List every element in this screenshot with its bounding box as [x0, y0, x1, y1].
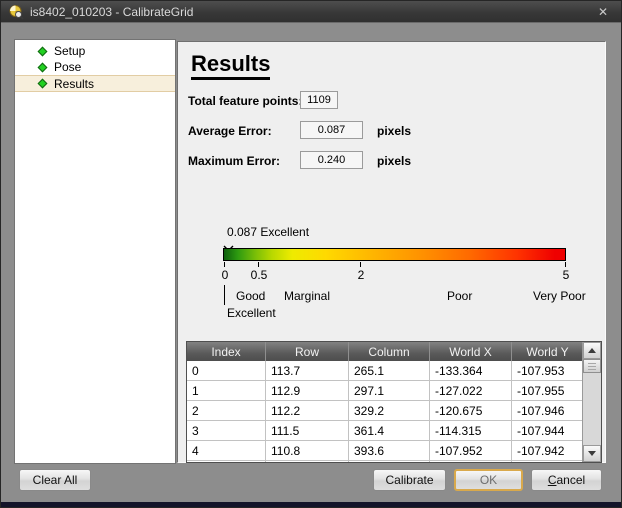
cell-row: 111.5: [266, 421, 349, 440]
calibrate-grid-dialog: is8402_010203 - CalibrateGrid ✕ Setup Po…: [0, 0, 622, 508]
cell-column: 393.6: [349, 441, 430, 460]
diamond-icon: [38, 62, 48, 72]
average-error-unit: pixels: [377, 124, 411, 138]
cell-row: 110.1: [266, 461, 349, 463]
sidebar-item-label: Results: [54, 77, 94, 91]
total-feature-points-value: 1109: [300, 91, 338, 109]
sidebar-item-pose[interactable]: Pose: [15, 59, 175, 75]
tick-mark: [360, 262, 361, 267]
cell-world-x: -120.675: [430, 401, 512, 420]
sidebar-nav: Setup Pose Results: [14, 39, 176, 464]
average-error-label: Average Error:: [188, 124, 272, 138]
tick-mark: [224, 262, 225, 267]
cell-row: 112.2: [266, 401, 349, 420]
tick-label: 5: [563, 268, 570, 282]
total-feature-points-label: Total feature points:: [188, 94, 302, 108]
column-header-row: Row: [266, 342, 349, 361]
cancel-label-rest: ancel: [556, 473, 585, 487]
diamond-icon: [38, 79, 48, 89]
tick-label: 2: [358, 268, 365, 282]
cell-world-x: -127.022: [430, 381, 512, 400]
tick-label: 0.5: [251, 268, 268, 282]
tick-mark: [565, 262, 566, 267]
cell-column: 265.1: [349, 361, 430, 380]
cancel-label-underlined: C: [548, 473, 557, 487]
column-header-world-y: World Y: [512, 342, 583, 361]
cell-column: 297.1: [349, 381, 430, 400]
zone-label-excellent: Excellent: [227, 306, 276, 320]
app-icon: [8, 4, 24, 20]
column-header-column: Column: [349, 342, 430, 361]
cell-index: 2: [187, 401, 266, 420]
window-title: is8402_010203 - CalibrateGrid: [30, 5, 193, 19]
diamond-icon: [38, 46, 48, 56]
zone-label-poor: Poor: [447, 289, 472, 303]
table-header-row: Index Row Column World X World Y: [187, 342, 601, 361]
cell-world-x: -133.364: [430, 361, 512, 380]
cell-world-x: -101.591: [430, 461, 512, 463]
cell-index: 0: [187, 361, 266, 380]
feature-points-table: Index Row Column World X World Y 0 113.7…: [186, 341, 602, 463]
maximum-error-value: 0.240: [300, 151, 363, 169]
cell-row: 113.7: [266, 361, 349, 380]
scroll-down-icon[interactable]: [583, 445, 601, 462]
sidebar-item-results[interactable]: Results: [15, 75, 175, 92]
cell-world-x: -107.952: [430, 441, 512, 460]
zone-label-good: Good: [236, 289, 265, 303]
page-title: Results: [191, 52, 270, 80]
ok-button[interactable]: OK: [454, 469, 523, 491]
scrollbar-thumb[interactable]: [583, 359, 601, 373]
maximum-error-unit: pixels: [377, 154, 411, 168]
sidebar-item-label: Setup: [54, 44, 85, 58]
cancel-button[interactable]: Cancel: [531, 469, 602, 491]
column-header-index: Index: [187, 342, 266, 361]
results-panel: Results Total feature points: 1109 Avera…: [177, 41, 606, 463]
calibrate-button[interactable]: Calibrate: [373, 469, 446, 491]
zone-label-very-poor: Very Poor: [533, 289, 586, 303]
cell-column: 425.8: [349, 461, 430, 463]
cell-index: 5: [187, 461, 266, 463]
titlebar: is8402_010203 - CalibrateGrid ✕: [1, 1, 621, 23]
close-icon[interactable]: ✕: [598, 5, 608, 19]
cell-row: 110.8: [266, 441, 349, 460]
sidebar-item-setup[interactable]: Setup: [15, 43, 175, 59]
table-row[interactable]: 0 113.7 265.1 -133.364 -107.953: [187, 361, 601, 381]
tick-mark: [258, 262, 259, 267]
cell-row: 112.9: [266, 381, 349, 400]
cell-column: 329.2: [349, 401, 430, 420]
cell-index: 1: [187, 381, 266, 400]
cell-world-x: -114.315: [430, 421, 512, 440]
cell-index: 3: [187, 421, 266, 440]
dialog-bottom-edge: [1, 502, 621, 507]
table-row[interactable]: 1 112.9 297.1 -127.022 -107.955: [187, 381, 601, 401]
column-header-world-x: World X: [430, 342, 512, 361]
tick-label: 0: [222, 268, 229, 282]
zone-label-marginal: Marginal: [284, 289, 330, 303]
maximum-error-label: Maximum Error:: [188, 154, 280, 168]
clear-all-button[interactable]: Clear All: [19, 469, 91, 491]
table-row[interactable]: 2 112.2 329.2 -120.675 -107.946: [187, 401, 601, 421]
table-row[interactable]: 4 110.8 393.6 -107.952 -107.942: [187, 441, 601, 461]
zone-divider-line: [224, 285, 225, 305]
average-error-value: 0.087: [300, 121, 363, 139]
cell-column: 361.4: [349, 421, 430, 440]
error-quality-gradient-bar: [223, 248, 566, 261]
table-row[interactable]: 3 111.5 361.4 -114.315 -107.944: [187, 421, 601, 441]
scale-marker-label: 0.087 Excellent: [227, 225, 309, 239]
scroll-up-icon[interactable]: [583, 342, 601, 359]
cell-index: 4: [187, 441, 266, 460]
sidebar-item-label: Pose: [54, 60, 81, 74]
table-vertical-scrollbar[interactable]: [582, 342, 601, 462]
table-row[interactable]: 5 110.1 425.8 -101.591 -107.940: [187, 461, 601, 463]
